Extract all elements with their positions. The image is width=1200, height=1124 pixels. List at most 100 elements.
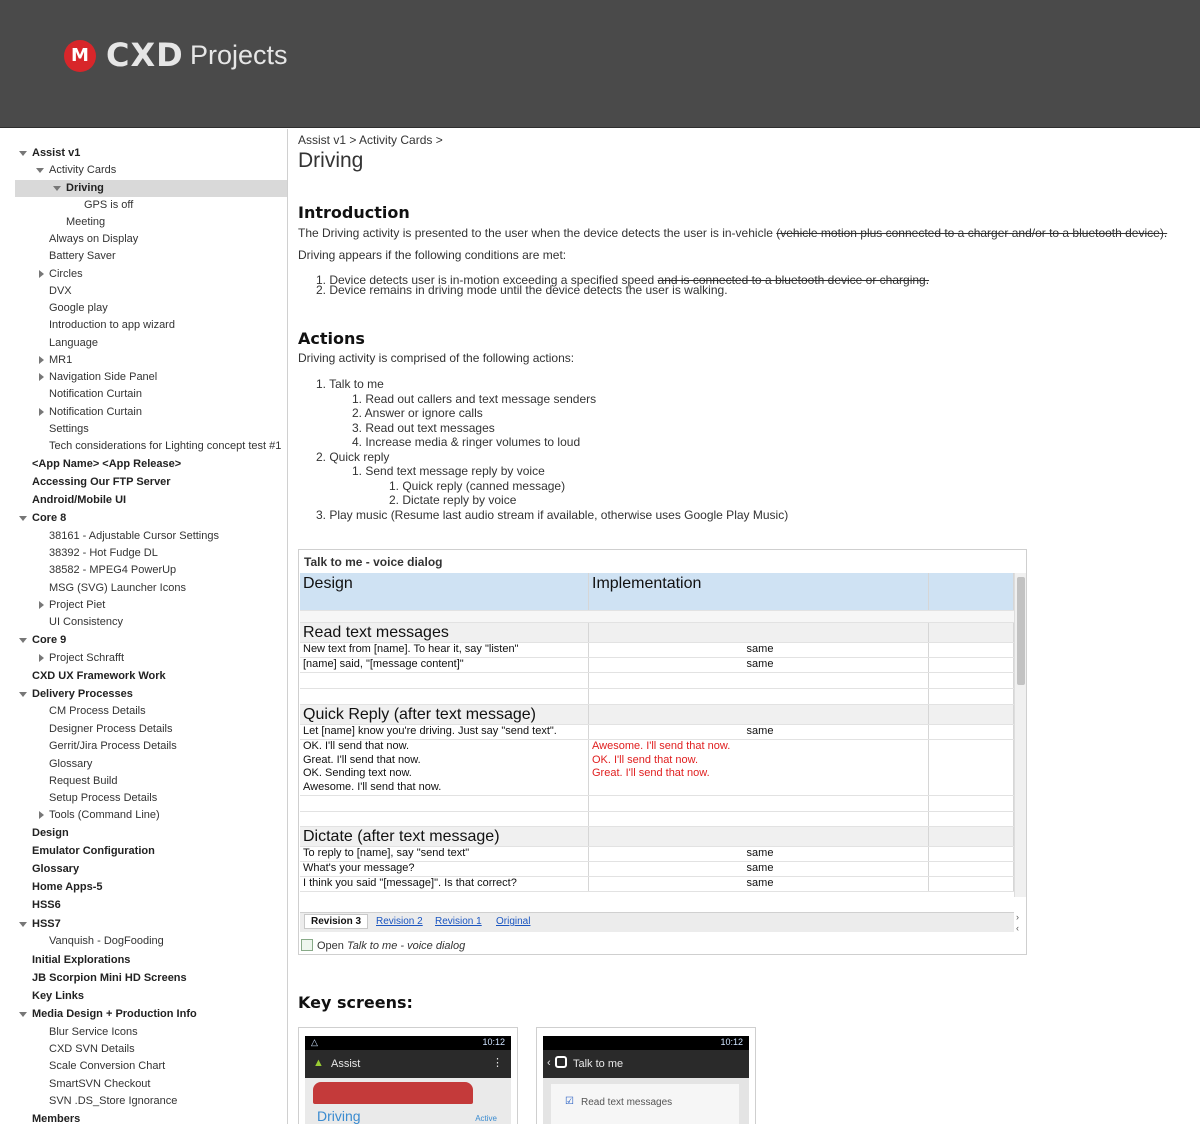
impl-cell: same: [589, 725, 929, 739]
sidebar-item[interactable]: Settings: [49, 421, 89, 438]
tab-revision-2[interactable]: Revision 2: [376, 916, 423, 927]
sidebar-item[interactable]: Notification Curtain: [49, 404, 142, 421]
sidebar-item[interactable]: Core 8: [32, 510, 66, 527]
breadcrumb[interactable]: Assist v1 > Activity Cards >: [298, 133, 443, 147]
sidebar-item[interactable]: Key Links: [32, 988, 84, 1005]
sidebar-item[interactable]: Glossary: [32, 861, 79, 878]
expand-arrow-icon[interactable]: [39, 408, 44, 416]
collapse-arrow-icon[interactable]: [19, 1012, 27, 1017]
sidebar-item[interactable]: Initial Explorations: [32, 952, 130, 969]
sidebar-item[interactable]: Design: [32, 825, 69, 842]
sidebar-item[interactable]: Core 9: [32, 632, 66, 649]
embedded-document[interactable]: Talk to me - voice dialog Design Impleme…: [298, 549, 1027, 955]
checkbox-icon[interactable]: ☑: [565, 1096, 574, 1107]
open-document-link[interactable]: Open Talk to me - voice dialog: [301, 939, 465, 952]
settings-list: ☑ Read text messages: [543, 1078, 749, 1124]
sidebar-item[interactable]: Vanquish - DogFooding: [49, 933, 164, 950]
status-bar: 10:12: [543, 1036, 749, 1050]
sidebar-item[interactable]: 38392 - Hot Fudge DL: [49, 545, 158, 562]
sidebar-item[interactable]: Glossary: [49, 756, 92, 773]
sidebar-item[interactable]: Home Apps-5: [32, 879, 103, 896]
collapse-arrow-icon[interactable]: [19, 922, 27, 927]
collapse-arrow-icon[interactable]: [36, 168, 44, 173]
expand-arrow-icon[interactable]: [39, 654, 44, 662]
section-title: Quick Reply (after text message): [300, 705, 589, 724]
sidebar-item[interactable]: Media Design + Production Info: [32, 1006, 197, 1023]
sidebar-item[interactable]: Emulator Configuration: [32, 843, 155, 860]
sidebar-item[interactable]: UI Consistency: [49, 614, 123, 631]
action-bar: ‹ Talk to me: [543, 1050, 749, 1078]
sidebar-item[interactable]: Meeting: [66, 214, 105, 231]
brand-logo[interactable]: CXD: [106, 36, 184, 74]
overflow-menu-icon[interactable]: ⋮: [492, 1056, 503, 1069]
action-item: 1. Read out callers and text message sen…: [352, 392, 597, 406]
sidebar-item[interactable]: Introduction to app wizard: [49, 317, 175, 334]
back-icon[interactable]: ‹: [547, 1057, 551, 1069]
expand-arrow-icon[interactable]: [39, 356, 44, 364]
tab-original[interactable]: Original: [496, 916, 530, 927]
tab-revision-1[interactable]: Revision 1: [435, 916, 482, 927]
sidebar-item[interactable]: <App Name> <App Release>: [32, 456, 181, 473]
expand-arrow-icon[interactable]: [39, 601, 44, 609]
table-row: [name] said, "[message content]" same: [300, 658, 1014, 673]
table-cell: [929, 673, 1014, 688]
sidebar-item[interactable]: MSG (SVG) Launcher Icons: [49, 580, 186, 597]
sidebar-item[interactable]: Request Build: [49, 773, 118, 790]
motorola-logo-icon[interactable]: M: [64, 40, 96, 72]
sidebar-item[interactable]: Scale Conversion Chart: [49, 1058, 165, 1075]
sidebar-item[interactable]: Gerrit/Jira Process Details: [49, 738, 177, 755]
sidebar-item[interactable]: Activity Cards: [49, 162, 116, 179]
collapse-arrow-icon[interactable]: [19, 516, 27, 521]
sidebar-item[interactable]: Designer Process Details: [49, 721, 173, 738]
expand-arrow-icon[interactable]: [39, 373, 44, 381]
sidebar-item[interactable]: HSS6: [32, 897, 61, 914]
table-cell: [929, 689, 1014, 704]
sidebar-item[interactable]: Tech considerations for Lighting concept…: [49, 438, 281, 455]
table-cell: [589, 673, 929, 688]
sidebar-item[interactable]: Accessing Our FTP Server: [32, 474, 171, 491]
key-screen-talk-to-me[interactable]: 10:12 ‹ Talk to me ☑ Read text messages: [536, 1027, 756, 1124]
expand-arrow-icon[interactable]: [39, 270, 44, 278]
sidebar-item[interactable]: 38582 - MPEG4 PowerUp: [49, 562, 176, 579]
sidebar-item[interactable]: Always on Display: [49, 231, 138, 248]
key-screen-assist[interactable]: △ 10:12 ▲ Assist ⋮ Driving Active: [298, 1027, 518, 1124]
sidebar-item[interactable]: JB Scorpion Mini HD Screens: [32, 970, 187, 987]
collapse-arrow-icon[interactable]: [19, 692, 27, 697]
sidebar-item[interactable]: Delivery Processes: [32, 686, 133, 703]
sidebar-item[interactable]: DVX: [49, 283, 72, 300]
scrollbar-thumb[interactable]: [1017, 577, 1025, 685]
revision-scroll-arrows[interactable]: › ‹: [1016, 912, 1019, 934]
sidebar-item[interactable]: CM Process Details: [49, 703, 146, 720]
collapse-arrow-icon[interactable]: [53, 186, 61, 191]
sidebar-item[interactable]: Google play: [49, 300, 108, 317]
sidebar-item[interactable]: Setup Process Details: [49, 790, 157, 807]
tab-revision-3[interactable]: Revision 3: [304, 914, 369, 929]
table-cell: [929, 877, 1014, 891]
sidebar-item[interactable]: Blur Service Icons: [49, 1024, 138, 1041]
driving-card[interactable]: Driving Active: [305, 1078, 511, 1124]
sidebar-item[interactable]: 38161 - Adjustable Cursor Settings: [49, 528, 219, 545]
sidebar-item[interactable]: Android/Mobile UI: [32, 492, 126, 509]
sidebar-item[interactable]: SmartSVN Checkout: [49, 1076, 150, 1093]
sidebar-item[interactable]: Members: [32, 1111, 80, 1124]
sidebar-item[interactable]: MR1: [49, 352, 72, 369]
sidebar-item[interactable]: Circles: [49, 266, 83, 283]
sidebar-item[interactable]: Language: [49, 335, 98, 352]
sidebar-item[interactable]: Notification Curtain: [49, 386, 142, 403]
sidebar-item[interactable]: HSS7: [32, 916, 61, 933]
sidebar-item[interactable]: Navigation Side Panel: [49, 369, 157, 386]
collapse-arrow-icon[interactable]: [19, 638, 27, 643]
sidebar-item[interactable]: Battery Saver: [49, 248, 116, 265]
sidebar-item[interactable]: SVN .DS_Store Ignorance: [49, 1093, 177, 1110]
sidebar-item[interactable]: Assist v1: [32, 145, 80, 162]
collapse-arrow-icon[interactable]: [19, 151, 27, 156]
document-table: Design Implementation Read text messages…: [300, 573, 1014, 897]
document-scrollbar[interactable]: [1014, 573, 1026, 897]
sidebar-item[interactable]: Project Schrafft: [49, 650, 124, 667]
sidebar-item[interactable]: Project Piet: [49, 597, 105, 614]
sidebar-item[interactable]: GPS is off: [84, 197, 133, 214]
sidebar-item[interactable]: CXD UX Framework Work: [32, 668, 166, 685]
sidebar-item[interactable]: Tools (Command Line): [49, 807, 160, 824]
sidebar-item[interactable]: CXD SVN Details: [49, 1041, 135, 1058]
expand-arrow-icon[interactable]: [39, 811, 44, 819]
